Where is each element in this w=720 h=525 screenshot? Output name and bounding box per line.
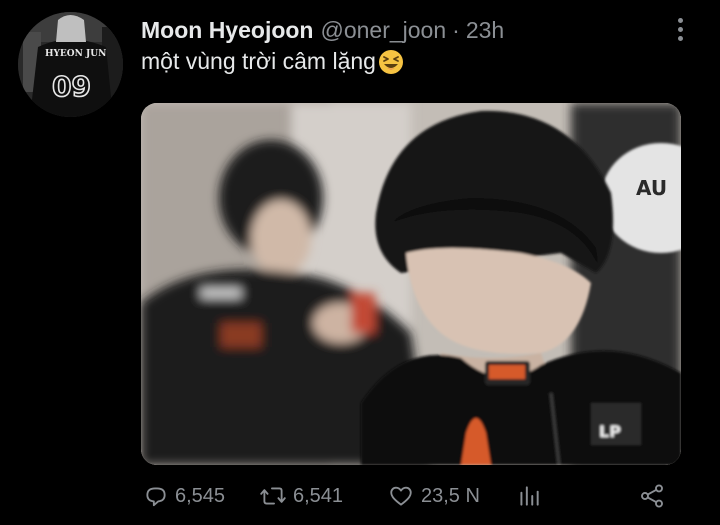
author-avatar[interactable]: HYEON JUN 09 (18, 12, 123, 117)
media-logo-text: LP (599, 422, 621, 441)
like-count: 23,5 N (421, 484, 480, 507)
share-icon (641, 484, 663, 508)
heart-icon (390, 486, 412, 506)
retweet-count: 6,541 (293, 484, 344, 507)
retweet-icon (260, 487, 286, 505)
media-photo: AU LP (141, 103, 681, 465)
tweet-timestamp[interactable]: 23h (466, 17, 504, 44)
author-handle[interactable]: @oner_joon (320, 17, 446, 44)
laughing-face-emoji-icon (378, 49, 404, 75)
share-button[interactable] (637, 478, 673, 514)
tweet-text-content: một vùng trời câm lặng (141, 48, 376, 74)
reply-count: 6,545 (175, 484, 226, 507)
retweet-button[interactable]: 6,541 (259, 478, 343, 514)
more-vertical-icon[interactable] (676, 18, 684, 44)
reply-button[interactable]: 6,545 (143, 478, 225, 514)
tweet-header: Moon Hyeojoon @oner_joon · 23h (141, 14, 690, 46)
author-name[interactable]: Moon Hyeojoon (141, 17, 313, 44)
tweet-text: một vùng trời câm lặng (141, 48, 404, 75)
media-background-text: AU (636, 176, 667, 200)
tweet[interactable]: HYEON JUN 09 Moon Hyeojoon @oner_joon · … (0, 0, 720, 525)
analytics-button[interactable] (515, 478, 549, 514)
tweet-actions: 6,545 6,541 23,5 N (141, 478, 681, 514)
like-button[interactable]: 23,5 N (387, 478, 480, 514)
analytics-bars-icon (520, 486, 539, 506)
reply-bubble-icon (146, 487, 166, 507)
avatar-jersey-number: 09 (52, 70, 91, 103)
header-separator: · (452, 16, 460, 43)
avatar-jersey-name: HYEON JUN (45, 49, 106, 59)
tweet-media-image[interactable]: AU LP (141, 103, 681, 465)
avatar-image: HYEON JUN 09 (18, 12, 123, 117)
